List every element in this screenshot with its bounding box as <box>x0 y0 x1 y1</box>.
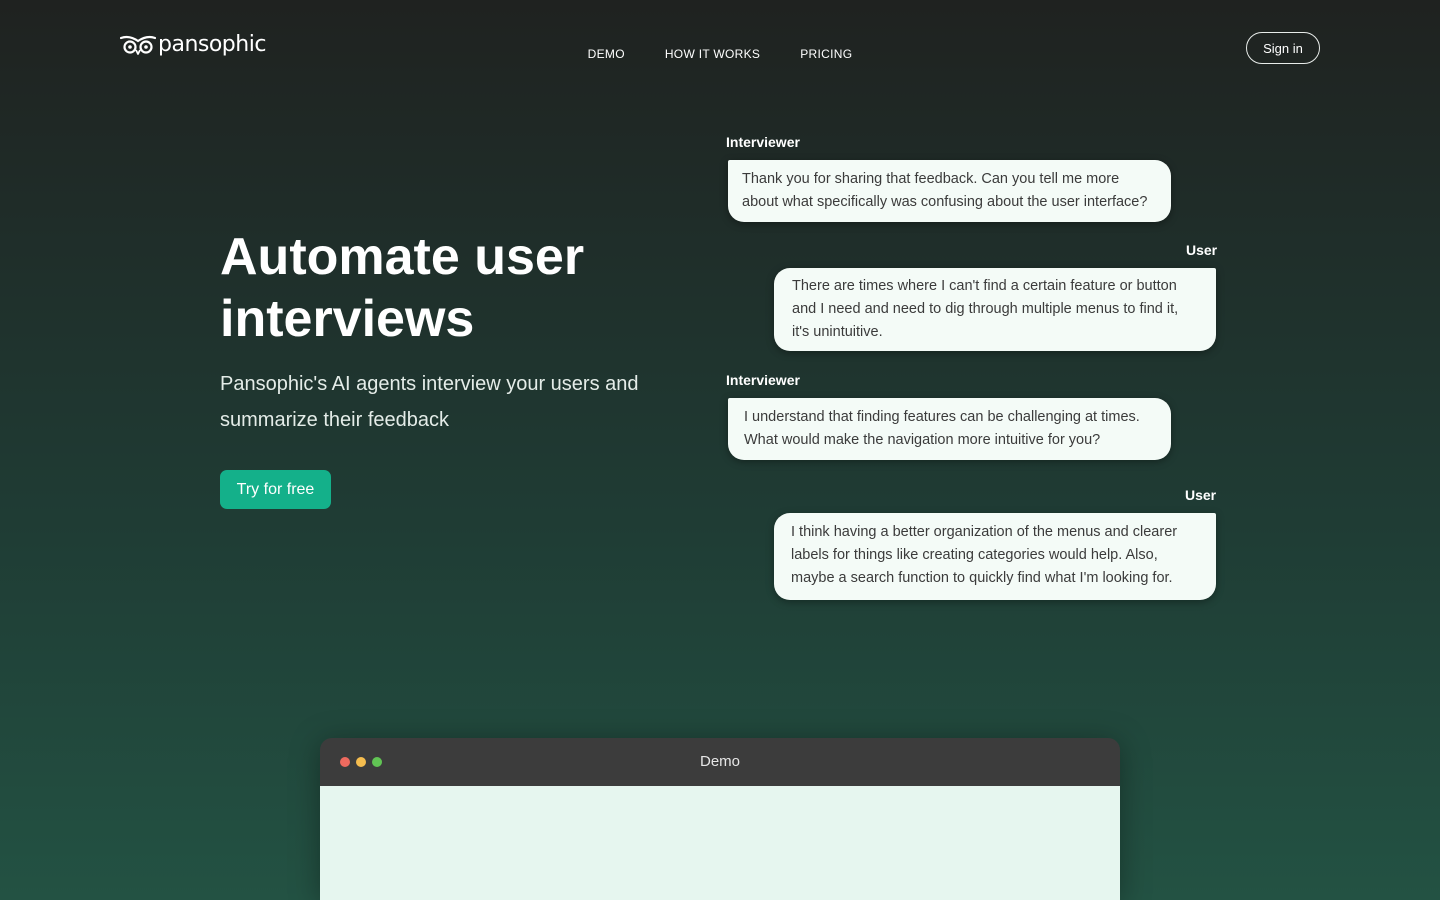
nav-link-pricing[interactable]: PRICING <box>800 47 852 61</box>
nav-link-demo[interactable]: DEMO <box>588 47 625 61</box>
speaker-label-interviewer: Interviewer <box>726 372 800 388</box>
user-message: I think having a better organization of … <box>774 513 1216 600</box>
demo-window-titlebar: Demo <box>320 738 1120 786</box>
speaker-label-interviewer: Interviewer <box>726 134 800 150</box>
speaker-label-user: User <box>1186 242 1218 258</box>
top-navigation: pansophic DEMO HOW IT WORKS PRICING Sign… <box>0 0 1440 100</box>
user-message: There are times where I can't find a cer… <box>774 268 1216 351</box>
minimize-dot-icon <box>356 757 366 767</box>
hero-title: Automate user interviews <box>220 228 585 348</box>
demo-window: Demo <box>320 738 1120 900</box>
close-dot-icon <box>340 757 350 767</box>
demo-window-title: Demo <box>699 753 740 770</box>
try-for-free-button[interactable]: Try for free <box>220 470 331 509</box>
hero-subtitle: Pansophic's AI agents interview your use… <box>220 373 639 431</box>
maximize-dot-icon <box>372 757 382 767</box>
sign-in-button[interactable]: Sign in <box>1246 32 1320 64</box>
main-nav: DEMO HOW IT WORKS PRICING <box>0 47 1440 61</box>
demo-window-content <box>320 786 1120 900</box>
nav-link-how-it-works[interactable]: HOW IT WORKS <box>665 47 760 61</box>
interviewer-message: Thank you for sharing that feedback. Can… <box>728 160 1171 222</box>
interviewer-message: I understand that finding features can b… <box>728 398 1171 460</box>
speaker-label-user: User <box>1185 487 1217 503</box>
